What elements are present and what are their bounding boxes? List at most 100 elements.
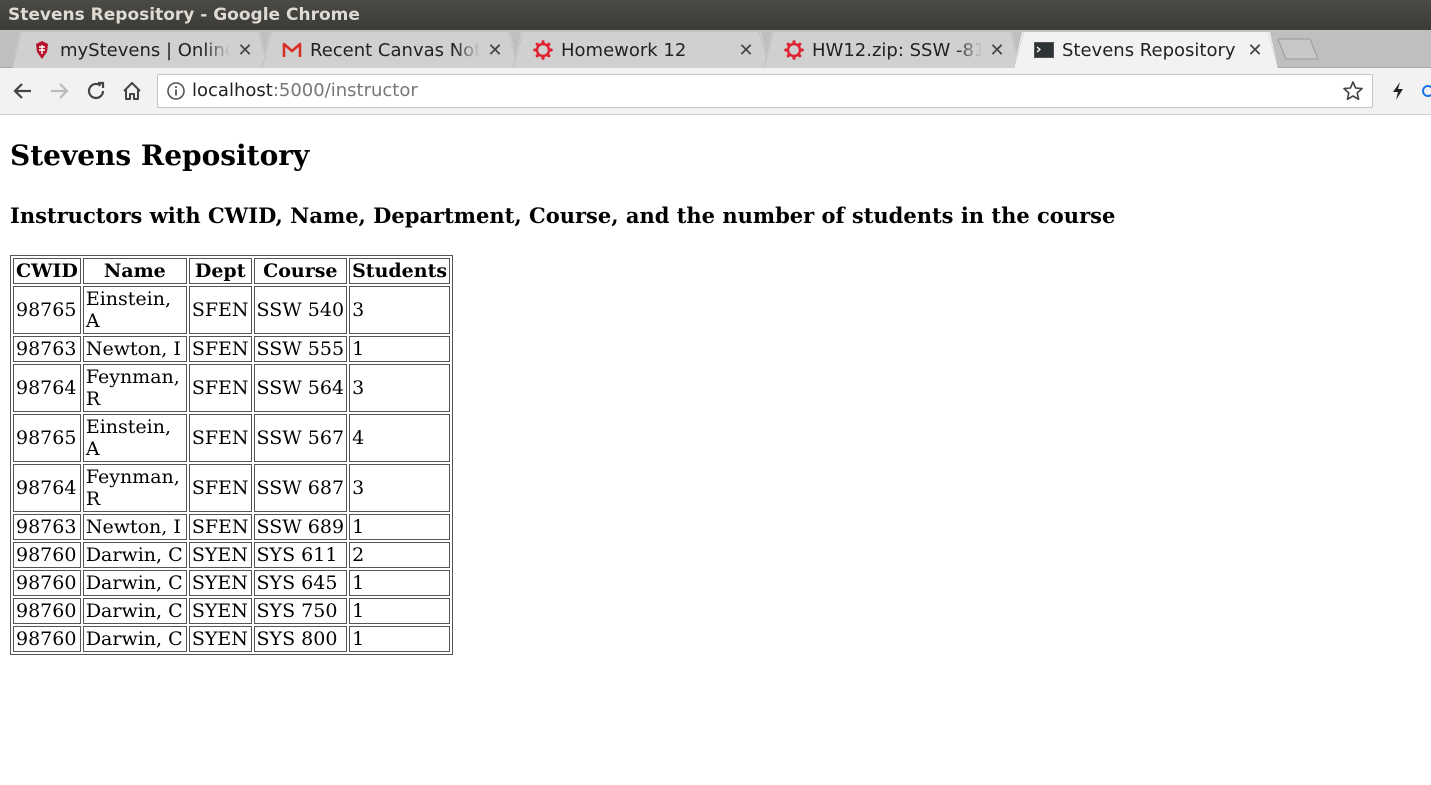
cwid-cell: 98760	[13, 570, 81, 596]
close-tab-icon[interactable]: ✕	[737, 40, 755, 61]
course-cell: SYS 800	[253, 626, 348, 652]
tab-recent-canvas[interactable]: Recent Canvas Noti ✕	[262, 32, 518, 68]
students-cell: 2	[349, 542, 451, 568]
tab-stevens-repository[interactable]: Stevens Repository ✕	[1014, 32, 1278, 68]
course-cell: SYS 750	[253, 598, 348, 624]
table-row: 98760 Darwin, C SYEN SYS 611 2	[13, 542, 451, 568]
column-header-name: Name	[82, 258, 187, 284]
tab-strip: myStevens | Online ✕ Recent Canvas Noti …	[0, 30, 1431, 68]
extension-icon[interactable]	[1417, 78, 1431, 104]
cwid-cell: 98763	[13, 336, 81, 362]
instructor-table: CWID Name Dept Course Students 98765 Ein…	[10, 255, 454, 655]
cwid-cell: 98760	[13, 598, 81, 624]
cwid-cell: 98760	[13, 542, 81, 568]
column-header-course: Course	[253, 258, 348, 284]
students-cell: 3	[349, 364, 451, 412]
name-cell: Feynman, R	[82, 364, 187, 412]
dept-cell: SYEN	[188, 570, 252, 596]
table-row: 98765 Einstein, A SFEN SSW 540 3	[13, 286, 451, 334]
column-header-cwid: CWID	[13, 258, 81, 284]
reload-icon[interactable]	[83, 78, 109, 104]
canvas-icon	[784, 40, 804, 60]
name-cell: Darwin, C	[82, 542, 187, 568]
tab-label: HW12.zip: SSW -810	[812, 39, 982, 61]
dept-cell: SFEN	[188, 414, 252, 462]
students-cell: 1	[349, 626, 451, 652]
window-title-bar: Stevens Repository - Google Chrome	[0, 0, 1431, 30]
table-row: 98763 Newton, I SFEN SSW 555 1	[13, 336, 451, 362]
dept-cell: SFEN	[188, 286, 252, 334]
gmail-icon	[282, 40, 302, 60]
name-cell: Newton, I	[82, 514, 187, 540]
course-cell: SSW 555	[253, 336, 348, 362]
course-cell: SSW 540	[253, 286, 348, 334]
table-row: 98764 Feynman, R SFEN SSW 687 3	[13, 464, 451, 512]
table-row: 98764 Feynman, R SFEN SSW 564 3	[13, 364, 451, 412]
students-cell: 1	[349, 598, 451, 624]
window-title: Stevens Repository - Google Chrome	[8, 5, 360, 25]
forward-icon[interactable]	[46, 78, 72, 104]
canvas-icon	[533, 40, 553, 60]
close-tab-icon[interactable]: ✕	[236, 40, 254, 61]
name-cell: Einstein, A	[82, 414, 187, 462]
students-cell: 1	[349, 514, 451, 540]
bookmark-star-icon[interactable]	[1342, 80, 1364, 102]
terminal-icon	[1034, 40, 1054, 60]
address-bar[interactable]: localhost:5000/instructor	[157, 74, 1373, 108]
column-header-students: Students	[349, 258, 451, 284]
table-header-row: CWID Name Dept Course Students	[13, 258, 451, 284]
close-tab-icon[interactable]: ✕	[486, 40, 504, 61]
stevens-logo-icon	[32, 40, 52, 60]
name-cell: Einstein, A	[82, 286, 187, 334]
course-cell: SSW 564	[253, 364, 348, 412]
course-cell: SSW 567	[253, 414, 348, 462]
dept-cell: SFEN	[188, 514, 252, 540]
url-text: localhost:5000/instructor	[192, 75, 418, 107]
extension-bolt-icon[interactable]	[1385, 78, 1411, 104]
tab-label: Stevens Repository	[1062, 39, 1236, 61]
tab-mystevens[interactable]: myStevens | Online ✕	[12, 32, 268, 68]
close-tab-icon[interactable]: ✕	[1246, 40, 1264, 61]
dept-cell: SFEN	[188, 464, 252, 512]
tab-label: Homework 12	[561, 39, 687, 61]
course-cell: SYS 611	[253, 542, 348, 568]
students-cell: 3	[349, 464, 451, 512]
cwid-cell: 98764	[13, 364, 81, 412]
name-cell: Darwin, C	[82, 626, 187, 652]
name-cell: Newton, I	[82, 336, 187, 362]
cwid-cell: 98760	[13, 626, 81, 652]
students-cell: 1	[349, 336, 451, 362]
table-row: 98760 Darwin, C SYEN SYS 800 1	[13, 626, 451, 652]
dept-cell: SYEN	[188, 542, 252, 568]
cwid-cell: 98765	[13, 286, 81, 334]
dept-cell: SFEN	[188, 364, 252, 412]
tab-label: myStevens | Online	[60, 39, 230, 61]
page-subtitle: Instructors with CWID, Name, Department,…	[10, 203, 1116, 228]
name-cell: Darwin, C	[82, 598, 187, 624]
table-row: 98763 Newton, I SFEN SSW 689 1	[13, 514, 451, 540]
page-content: Stevens Repository Instructors with CWID…	[0, 115, 1431, 785]
url-path: :5000/instructor	[272, 80, 418, 101]
students-cell: 4	[349, 414, 451, 462]
column-header-dept: Dept	[188, 258, 252, 284]
close-tab-icon[interactable]: ✕	[988, 40, 1006, 61]
name-cell: Darwin, C	[82, 570, 187, 596]
dept-cell: SFEN	[188, 336, 252, 362]
browser-toolbar: localhost:5000/instructor	[0, 68, 1431, 115]
cwid-cell: 98763	[13, 514, 81, 540]
tab-homework-12[interactable]: Homework 12 ✕	[513, 32, 769, 68]
table-row: 98765 Einstein, A SFEN SSW 567 4	[13, 414, 451, 462]
course-cell: SSW 689	[253, 514, 348, 540]
home-icon[interactable]	[119, 78, 145, 104]
page-title: Stevens Repository	[10, 139, 310, 172]
table-row: 98760 Darwin, C SYEN SYS 645 1	[13, 570, 451, 596]
info-icon[interactable]	[166, 81, 186, 101]
new-tab-button[interactable]	[1276, 38, 1320, 60]
dept-cell: SYEN	[188, 598, 252, 624]
tab-hw12-zip[interactable]: HW12.zip: SSW -810 ✕	[764, 32, 1020, 68]
table-row: 98760 Darwin, C SYEN SYS 750 1	[13, 598, 451, 624]
dept-cell: SYEN	[188, 626, 252, 652]
url-host: localhost	[192, 80, 273, 101]
back-icon[interactable]	[10, 78, 36, 104]
tab-label: Recent Canvas Noti	[310, 39, 480, 61]
